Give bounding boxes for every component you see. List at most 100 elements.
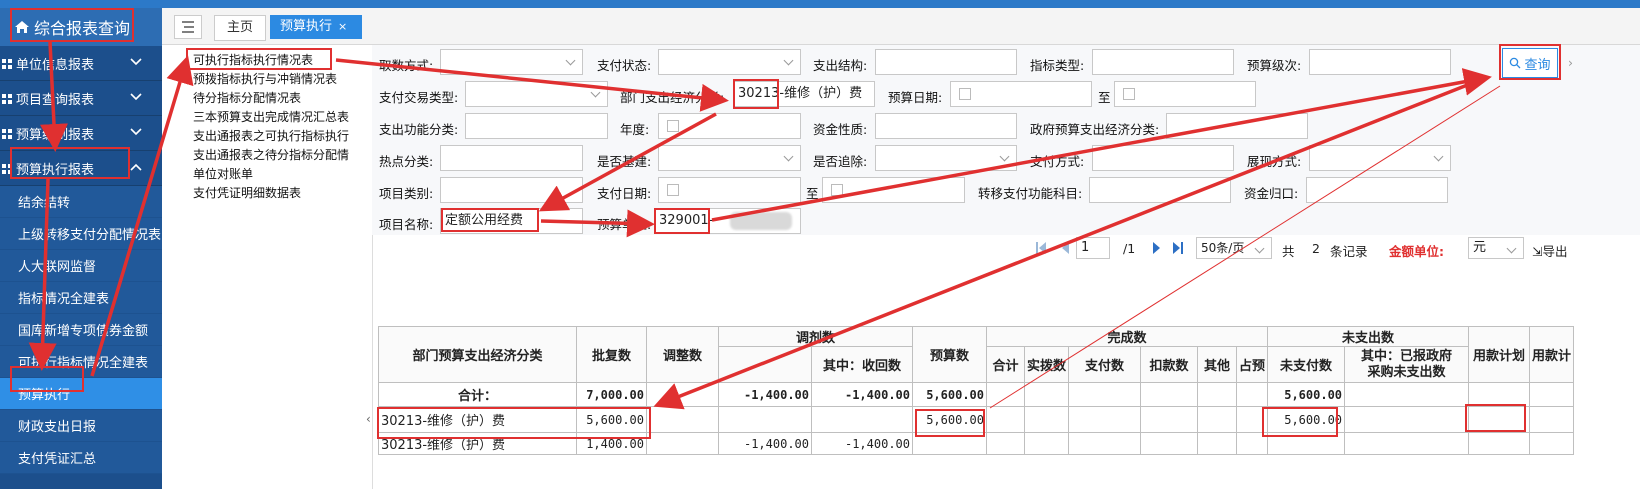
tree-item[interactable]: 支付凭证明细数据表 (193, 184, 301, 201)
label-fund-return: 资金归口: (1244, 186, 1299, 201)
dept-econ-field[interactable]: 30213-维修（护）费 (733, 81, 875, 107)
col-c-other: 其他 (1197, 346, 1238, 383)
menu-toggle-button[interactable] (174, 15, 202, 39)
prev-page-icon[interactable] (1060, 241, 1070, 255)
tab-budget-exec[interactable]: 预算执行 × (270, 15, 362, 39)
budget-level-field[interactable] (1309, 49, 1451, 75)
label-year: 年度: (620, 122, 650, 137)
tab-home[interactable]: 主页 (214, 15, 266, 41)
sidebar-item-treasury-bonds[interactable]: 国库新增专项债券金额 (0, 314, 162, 346)
label-project-cat: 项目类别: (379, 186, 434, 201)
close-icon[interactable]: × (338, 20, 347, 33)
cell-recover: -1,400.00 (811, 432, 913, 455)
collapse-arrow-icon[interactable]: ‹ (366, 412, 371, 426)
project-cat-field[interactable] (440, 177, 583, 203)
sidebar-item-carryover[interactable]: 结余结转 (0, 186, 162, 218)
grid-icon (2, 163, 12, 174)
sidebar-group-budget-exec[interactable]: 预算执行报表 (0, 151, 162, 186)
calendar-icon (1123, 88, 1135, 100)
table-row[interactable]: 30213-维修（护）费 5,600.00 5,600.00 5,600.00 (378, 406, 1575, 433)
sidebar-item-exec-index-full[interactable]: 可执行指标情况全建表 (0, 346, 162, 378)
func-class-field[interactable] (465, 113, 608, 139)
total-unpaid: 5,600.00 (1267, 382, 1346, 407)
sidebar-item-index-full[interactable]: 指标情况全建表 (0, 282, 162, 314)
label-index-type: 指标类型: (1030, 58, 1085, 73)
index-type-field[interactable] (1092, 49, 1234, 75)
budget-date-start[interactable] (950, 81, 1092, 107)
sidebar-group-label: 单位信息报表 (16, 57, 95, 73)
label-pay-txn-type: 支付交易类型: (379, 90, 459, 105)
more-arrow-icon[interactable]: › (1568, 55, 1573, 70)
cell-recover (811, 406, 913, 433)
sidebar-item-daily-report[interactable]: 财政支出日报 (0, 410, 162, 442)
pay-structure-field[interactable] (875, 49, 1017, 75)
hotspot-field[interactable] (440, 145, 583, 171)
transfer-func-field[interactable] (1089, 177, 1231, 203)
sidebar-group-project-query[interactable]: 项目查询报表 (0, 81, 162, 116)
gov-econ-field[interactable] (1166, 113, 1308, 139)
sidebar-group-unit-info[interactable]: 单位信息报表 (0, 46, 162, 81)
fund-nature-field[interactable] (875, 113, 1017, 139)
sidebar-item-npc-supervision[interactable]: 人大联网监督 (0, 250, 162, 282)
next-page-icon[interactable] (1152, 241, 1162, 255)
pager: 1 /1 50条/页 共 2 条记录 金额单位: 元 ⇲导出 (372, 235, 1640, 263)
cell-plan[interactable] (1468, 406, 1531, 433)
page-input[interactable]: 1 (1076, 237, 1110, 259)
sidebar-item-voucher-summary[interactable]: 支付凭证汇总 (0, 442, 162, 474)
pay-status-select[interactable] (658, 49, 801, 75)
app-title[interactable]: 综合报表查询 (0, 8, 162, 46)
tree-item[interactable]: 支出通报表之待分指标分配情 (193, 146, 349, 163)
sidebar-item-transfer-alloc[interactable]: 上级转移支付分配情况表 (0, 218, 162, 250)
export-button[interactable]: ⇲导出 (1532, 241, 1568, 260)
export-icon: ⇲ (1532, 244, 1543, 259)
pay-txn-type-select[interactable] (465, 81, 608, 107)
fund-return-field[interactable] (1306, 177, 1448, 203)
col-econ-class: 部门预算支出经济分类 (378, 326, 577, 383)
pay-date-end[interactable] (822, 177, 965, 203)
cell-budget: 5,600.00 (912, 406, 987, 433)
label-pay-method: 支付方式: (1030, 154, 1085, 169)
total-transfer: -1,400.00 (718, 382, 812, 407)
tree-item[interactable]: 三本预算支出完成情况汇总表 (193, 108, 349, 125)
last-page-icon[interactable] (1172, 241, 1184, 255)
sidebar-item-budget-exec[interactable]: 预算执行 (0, 378, 162, 410)
label-budget-unit: 预算单位: (597, 217, 652, 232)
sidebar-item-label: 可执行指标情况全建表 (18, 356, 149, 371)
tree-item[interactable]: 预拨指标执行与冲销情况表 (193, 70, 337, 87)
label-pay-date: 支付日期: (597, 186, 652, 201)
tree-item[interactable]: 单位对账单 (193, 165, 253, 182)
pay-method-field[interactable] (1092, 145, 1234, 171)
display-mode-select[interactable] (1309, 145, 1451, 171)
label-pay-status: 支付状态: (597, 58, 652, 73)
budget-date-end[interactable] (1114, 81, 1256, 107)
amount-unit-value: 元 (1473, 240, 1487, 255)
total-label: 共 (1282, 244, 1295, 259)
cell-econ: 30213-维修（护）费 (378, 406, 577, 433)
is-recover-select[interactable] (875, 145, 1017, 171)
page-size-value: 50条/页 (1201, 241, 1245, 255)
query-button[interactable]: 查询 (1502, 48, 1558, 78)
tree-item[interactable]: 可执行指标执行情况表 (193, 51, 313, 68)
amount-unit-select[interactable]: 元 (1468, 237, 1524, 259)
project-name-value: 定额公用经费 (445, 213, 524, 228)
first-page-icon[interactable] (1035, 241, 1047, 255)
is-base-select[interactable] (658, 145, 801, 171)
tree-item[interactable]: 支出通报表之可执行指标执行 (193, 127, 349, 144)
label-fetch-mode: 取数方式: (379, 58, 434, 73)
total-label: 合计： (378, 382, 577, 407)
tree-item[interactable]: 待分指标分配情况表 (193, 89, 301, 106)
calendar-icon (959, 88, 971, 100)
label-gov-econ: 政府预算支出经济分类: (1030, 122, 1160, 137)
project-name-field[interactable]: 定额公用经费 (440, 208, 583, 234)
page-size-select[interactable]: 50条/页 (1196, 237, 1272, 259)
table-row[interactable]: 30213-维修（护）费 1,400.00 -1,400.00 -1,400.0… (378, 432, 1575, 455)
pay-date-start[interactable] (658, 177, 801, 203)
sidebar: 综合报表查询 单位信息报表 项目查询报表 预算编制报表 预算执行报表 结余结转 … (0, 8, 162, 489)
export-label: 导出 (1542, 244, 1568, 259)
sidebar-group-budget-prep[interactable]: 预算编制报表 (0, 116, 162, 151)
chevron-down-icon (130, 93, 142, 101)
app-title-text: 综合报表查询 (34, 19, 131, 38)
fetch-mode-select[interactable] (440, 49, 583, 75)
year-field[interactable] (658, 113, 801, 139)
amount-unit-label: 金额单位: (1389, 244, 1444, 259)
